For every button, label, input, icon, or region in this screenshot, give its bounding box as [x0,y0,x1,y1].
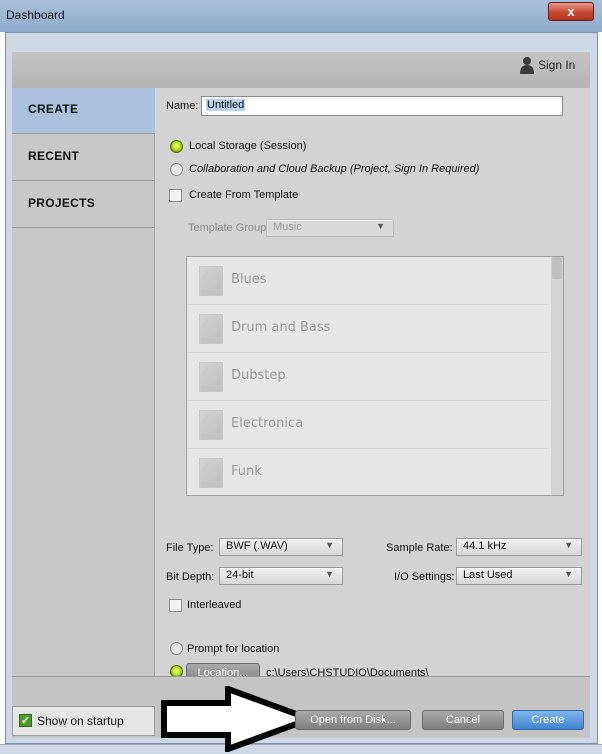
bit-depth-label: Bit Depth: [166,571,215,583]
arrow-pointer-icon [161,686,316,752]
file-type-dropdown[interactable]: BWF (.WAV) ▼ [219,538,343,556]
chevron-down-icon: ▼ [325,569,334,579]
template-icon [199,314,223,344]
template-name: Drum and Bass [231,320,331,335]
user-icon[interactable] [520,56,534,74]
cloud-backup-label: Collaboration and Cloud Backup (Project,… [189,163,480,175]
io-settings-dropdown[interactable]: Last Used ▼ [456,567,582,585]
template-icon [199,458,223,488]
template-group-label: Template Group: [188,222,270,234]
name-field[interactable]: Untitled [201,96,563,116]
io-settings-label: I/O Settings: [394,571,455,583]
io-settings-value: Last Used [463,569,513,581]
template-name: Dubstep [231,368,286,383]
show-on-startup-label: Show on startup [37,714,124,728]
title-bar [0,0,602,32]
chevron-down-icon: ▼ [376,221,385,231]
template-name: Electronica [231,416,304,431]
template-group-value: Music [273,221,302,233]
local-storage-radio[interactable] [170,140,183,153]
file-type-label: File Type: [166,542,214,554]
dashboard-header [12,52,590,88]
window-title: Dashboard [6,8,65,22]
chevron-down-icon: ▼ [564,540,573,550]
name-value: Untitled [206,99,246,111]
scrollbar-thumb[interactable] [552,257,562,279]
create-from-template-label: Create From Template [189,189,299,201]
open-from-disk-button[interactable]: Open from Disk... [295,710,411,730]
interleaved-checkbox[interactable] [169,599,182,612]
name-label: Name: [166,100,199,112]
show-on-startup-checkbox[interactable]: ✓ [19,714,32,727]
chevron-down-icon: ▼ [325,540,334,550]
bit-depth-value: 24-bit [226,569,254,581]
chevron-down-icon: ▼ [564,569,573,579]
template-group-dropdown[interactable]: Music ▼ [266,219,394,237]
sample-rate-dropdown[interactable]: 44.1 kHz ▼ [456,538,582,556]
bit-depth-dropdown[interactable]: 24-bit ▼ [219,567,343,585]
template-icon [199,410,223,440]
template-item-blues[interactable]: Blues [187,258,549,305]
template-item-drum-and-bass[interactable]: Drum and Bass [187,306,549,353]
template-item-dubstep[interactable]: Dubstep [187,354,549,401]
sidebar-item-recent[interactable]: RECENT [12,135,155,181]
create-from-template-checkbox[interactable] [169,189,182,202]
template-item-electronica[interactable]: Electronica [187,402,549,449]
create-button[interactable]: Create [512,710,584,730]
sample-rate-label: Sample Rate: [386,542,453,554]
file-type-value: BWF (.WAV) [226,540,288,552]
sidebar-item-projects[interactable]: PROJECTS [12,182,155,228]
sample-rate-value: 44.1 kHz [463,540,507,552]
close-button[interactable]: x [548,2,594,21]
local-storage-label: Local Storage (Session) [189,140,307,152]
template-item-funk[interactable]: Funk [187,450,549,497]
interleaved-label: Interleaved [187,599,242,611]
cloud-backup-radio[interactable] [170,163,183,176]
template-icon [199,362,223,392]
prompt-location-radio[interactable] [170,642,183,655]
cancel-button[interactable]: Cancel [422,710,504,730]
prompt-location-label: Prompt for location [187,643,280,655]
template-name: Blues [231,272,267,287]
template-icon [199,266,223,296]
template-list-scrollbar[interactable] [551,257,563,495]
sidebar-item-create[interactable]: CREATE [12,88,155,134]
sign-in-link[interactable]: Sign In [538,58,575,72]
template-name: Funk [231,464,262,479]
